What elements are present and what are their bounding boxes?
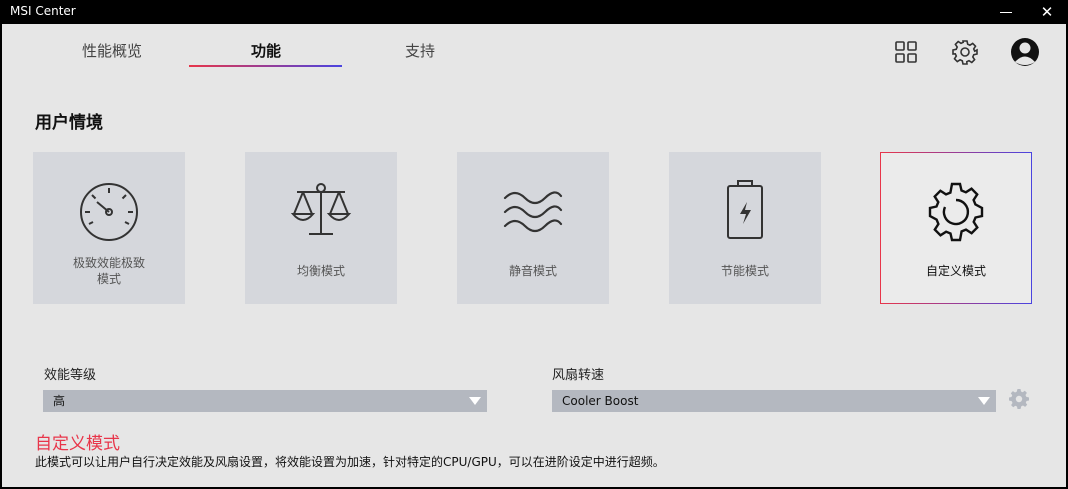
scenario-label: 自定义模式	[925, 264, 986, 278]
active-tab-indicator	[189, 65, 342, 67]
tab-support[interactable]: 支持	[345, 40, 495, 61]
performance-level-select[interactable]: 高	[43, 390, 487, 412]
scenario-card-extreme-performance[interactable]: 极致效能极致 模式	[33, 152, 185, 304]
fan-settings-gear-icon[interactable]	[1008, 388, 1030, 410]
mode-title: 自定义模式	[35, 434, 120, 454]
settings-gear-icon[interactable]	[951, 38, 979, 66]
app-title: MSI Center	[10, 4, 76, 18]
speedometer-icon	[80, 183, 138, 241]
scenario-label: 均衡模式	[296, 264, 345, 278]
minimize-icon	[1000, 12, 1012, 13]
chevron-down-icon	[469, 397, 481, 405]
waves-icon	[503, 191, 563, 233]
battery-icon	[727, 180, 763, 239]
tab-performance-overview[interactable]: 性能概览	[37, 40, 187, 61]
fan-speed-select[interactable]: Cooler Boost	[552, 390, 996, 412]
tab-features[interactable]: 功能	[191, 40, 341, 61]
main-window: 性能概览 功能 支持 用户情境 极致效能极致 模式 均衡模式 静音模式 节能模式…	[2, 24, 1066, 487]
chevron-down-icon	[978, 397, 990, 405]
gear-icon	[928, 182, 984, 242]
title-bar: MSI Center ✕	[0, 0, 1068, 24]
grid-icon[interactable]	[892, 38, 920, 66]
performance-level-value: 高	[53, 394, 66, 408]
scenario-label: 模式	[96, 272, 121, 286]
close-icon: ✕	[1040, 3, 1054, 21]
scenario-label: 节能模式	[720, 264, 769, 278]
fan-speed-label: 风扇转速	[552, 368, 605, 383]
mode-description: 此模式可以让用户自行决定效能及风扇设置，将效能设置为加速，针对特定的CPU/GP…	[35, 455, 665, 469]
balance-scale-icon	[290, 183, 352, 235]
scenario-card-balanced[interactable]: 均衡模式	[245, 152, 397, 304]
fan-speed-value: Cooler Boost	[562, 394, 639, 408]
minimize-button[interactable]	[988, 0, 1026, 24]
scenario-label: 极致效能极致	[72, 256, 145, 270]
scenario-card-silent[interactable]: 静音模式	[457, 152, 609, 304]
performance-level-label: 效能等级	[44, 368, 97, 383]
scenario-card-custom[interactable]: 自定义模式	[880, 152, 1032, 304]
close-button[interactable]: ✕	[1028, 0, 1066, 24]
section-title: 用户情境	[35, 113, 103, 133]
scenario-card-power-saving[interactable]: 节能模式	[669, 152, 821, 304]
avatar-icon[interactable]	[1010, 37, 1040, 67]
scenario-label: 静音模式	[508, 264, 557, 278]
